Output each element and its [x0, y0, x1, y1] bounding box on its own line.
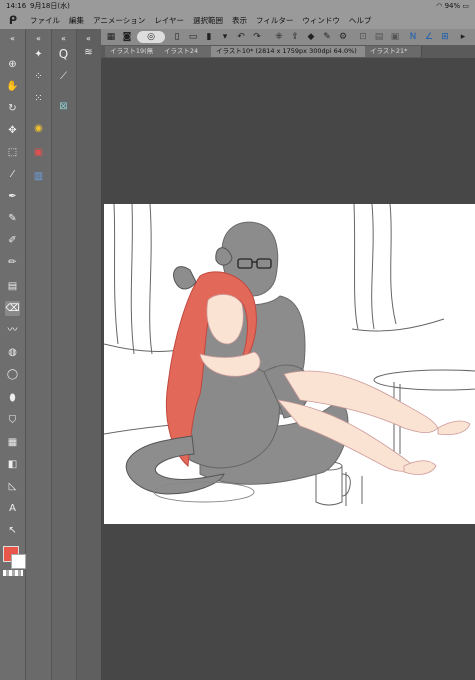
tab-illust-24[interactable]: イラスト24: [159, 46, 216, 57]
fill-icon[interactable]: ⬮: [5, 391, 20, 406]
menu-selection[interactable]: 選択範囲: [193, 12, 223, 29]
intermediate-color-icon[interactable]: ▥: [31, 169, 46, 184]
hand-icon[interactable]: ✋: [5, 79, 20, 94]
more-icon[interactable]: ▸: [457, 31, 469, 43]
move-icon[interactable]: ✥: [5, 123, 20, 138]
vector-icon[interactable]: ▦: [5, 435, 20, 450]
color-set-icon[interactable]: ▣: [31, 145, 46, 160]
layer-panel-column: « ≋: [77, 29, 102, 680]
battery-icon: ▭: [462, 2, 469, 10]
selection-icon[interactable]: ⬚: [5, 145, 20, 160]
app-logo-icon[interactable]: ᑭ: [6, 14, 20, 27]
menu-view[interactable]: 表示: [232, 12, 247, 29]
text-icon[interactable]: A: [5, 501, 20, 516]
menu-file[interactable]: ファイル: [30, 12, 60, 29]
brush-icon[interactable]: ✐: [5, 233, 20, 248]
menu-edit[interactable]: 編集: [69, 12, 84, 29]
grid-snap-icon[interactable]: ⊞: [439, 31, 451, 43]
grid-icon[interactable]: ▦: [105, 31, 117, 43]
app-switch-icon[interactable]: ◎: [137, 31, 165, 43]
subtool-brush-icon[interactable]: ✦: [31, 47, 46, 62]
texture-icon[interactable]: ◍: [5, 345, 20, 360]
menu-bar: ᑭ ファイル 編集 アニメーション レイヤー 選択範囲 表示 フィルター ウィン…: [0, 12, 475, 30]
illustration: [104, 204, 475, 506]
snap-icon[interactable]: ▣: [389, 31, 401, 43]
collapse-icon[interactable]: «: [5, 31, 20, 46]
decoration-icon[interactable]: ▤: [5, 279, 20, 294]
dropdown-icon[interactable]: ▾: [219, 31, 231, 43]
special-ruler-icon[interactable]: ∠: [423, 31, 435, 43]
subtool-dots-icon[interactable]: ⁙: [31, 91, 46, 106]
menu-animation[interactable]: アニメーション: [93, 12, 145, 29]
menu-help[interactable]: ヘルプ: [349, 12, 372, 29]
menu-layer[interactable]: レイヤー: [154, 12, 184, 29]
open-icon[interactable]: ▭: [187, 31, 199, 43]
status-battery: ◠ 94% ▭: [436, 0, 469, 12]
battery-percent: 94%: [444, 2, 461, 10]
save-icon[interactable]: ▮: [203, 31, 215, 43]
search-icon[interactable]: Q: [56, 47, 71, 62]
collapse-icon[interactable]: «: [81, 31, 96, 46]
ruler-snap-icon[interactable]: N: [407, 31, 419, 43]
bucket-icon[interactable]: ⛉: [5, 413, 20, 428]
blend-icon[interactable]: 〰: [5, 323, 20, 338]
transform-icon[interactable]: ⁜: [273, 31, 285, 43]
transparent-color-swatch[interactable]: [3, 570, 23, 576]
drawing-canvas[interactable]: [104, 204, 475, 524]
document-tabs: イラスト19(無 イラスト24 イラスト10* (2814 x 1759px 3…: [101, 45, 475, 58]
gradient-icon[interactable]: ◧: [5, 457, 20, 472]
tab-illust-19[interactable]: イラスト19(無: [105, 46, 164, 57]
sub-color-swatch[interactable]: [11, 554, 26, 569]
menu-filter[interactable]: フィルター: [256, 12, 293, 29]
camera-icon[interactable]: ◙: [121, 31, 133, 43]
subtool-spray-icon[interactable]: ⁘: [31, 69, 46, 84]
shape-icon[interactable]: ◯: [5, 367, 20, 382]
balloon-icon[interactable]: ↖: [5, 523, 20, 538]
new-file-icon[interactable]: ▯: [171, 31, 183, 43]
pencil-icon[interactable]: ✎: [5, 211, 20, 226]
fill-icon[interactable]: ◆: [305, 31, 317, 43]
color-wheel-icon[interactable]: ◉: [31, 121, 46, 136]
sub-tool-palette: « ✦ ⁘ ⁙ ◉ ▣ ▥: [26, 29, 52, 680]
redo-icon[interactable]: ↷: [251, 31, 263, 43]
menu-window[interactable]: ウィンドウ: [302, 12, 340, 29]
navigator-icon[interactable]: ⊠: [56, 99, 71, 114]
tool-palette: « ⊕ ✋ ↻ ✥ ⬚ ⁄ ✒ ✎ ✐ ✏ ▤ ⌫ 〰 ◍ ◯ ⬮ ⛉ ▦ ◧ …: [0, 29, 26, 680]
export-icon[interactable]: ⇪: [289, 31, 301, 43]
layers-icon[interactable]: ≋: [81, 45, 96, 60]
airbrush-icon[interactable]: ✏: [5, 255, 20, 270]
collapse-icon[interactable]: «: [56, 31, 71, 46]
tab-illust-10[interactable]: イラスト10* (2814 x 1759px 300dpi 64.0%): [211, 46, 368, 57]
settings-icon[interactable]: ⚙: [337, 31, 349, 43]
hide-icon[interactable]: ▤: [373, 31, 385, 43]
status-time: 14:16: [6, 2, 27, 10]
ruler-icon[interactable]: ◺: [5, 479, 20, 494]
eraser-icon[interactable]: ⌫: [5, 301, 20, 316]
status-bar: 14:16 9月18日(水) ◠ 94% ▭: [0, 0, 475, 12]
eyedropper-icon[interactable]: ⁄: [5, 167, 20, 182]
pen-icon[interactable]: ✒: [5, 189, 20, 204]
tab-illust-21[interactable]: イラスト21*: [365, 46, 422, 57]
zoom-icon[interactable]: ⊕: [5, 57, 20, 72]
rotate-icon[interactable]: ↻: [5, 101, 20, 116]
undo-icon[interactable]: ↶: [235, 31, 247, 43]
brush-size-icon[interactable]: ⟋: [56, 69, 71, 84]
wifi-icon: ◠: [436, 2, 443, 10]
selection-off-icon[interactable]: ⊡: [357, 31, 369, 43]
clip-icon[interactable]: ✎: [321, 31, 333, 43]
status-date: 9月18日(水): [30, 2, 70, 10]
collapse-icon[interactable]: «: [31, 31, 46, 46]
panel-icon-column: « Q ⟋ ⊠: [52, 29, 77, 680]
command-bar: ▦ ◙ ◎ ▯ ▭ ▮ ▾ ↶ ↷ ⁜ ⇪ ◆ ✎ ⚙ ⊡ ▤ ▣ N ∠ ⊞ …: [101, 29, 475, 46]
